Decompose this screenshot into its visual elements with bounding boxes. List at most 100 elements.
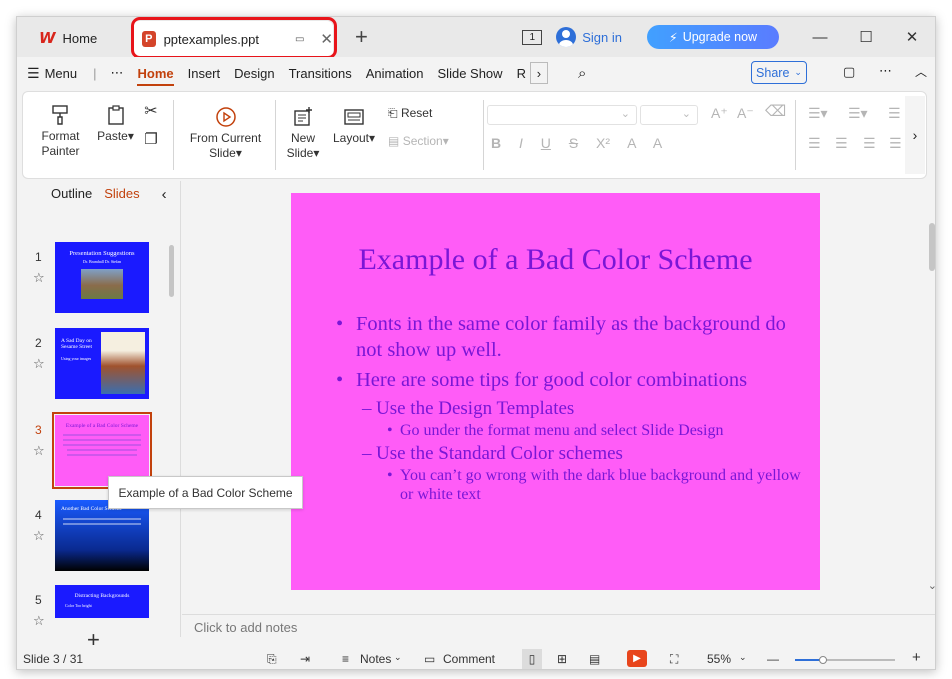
superscript-button[interactable]: X² — [596, 135, 610, 151]
increase-font-icon[interactable]: A⁺ — [711, 106, 728, 121]
tab-animation[interactable]: Animation — [366, 66, 424, 81]
ribbon-scroll-right-icon[interactable]: › — [905, 96, 925, 174]
tab-slides[interactable]: Slides — [104, 186, 139, 203]
clipboard-icon — [107, 105, 124, 125]
tab-outline[interactable]: Outline — [51, 186, 92, 203]
align-center-icon[interactable]: ☰ — [835, 136, 848, 151]
home-tab[interactable]: W Home — [39, 29, 97, 47]
highlight-color-button[interactable]: A — [653, 135, 662, 151]
ribbon: Format Painter Paste▾ ✂ ❐ From Current S… — [22, 91, 927, 179]
section-button[interactable]: ▤ Section▾ — [388, 134, 468, 149]
bullets-icon[interactable]: ☰▾ — [808, 106, 828, 121]
minimize-button[interactable]: — — [797, 29, 843, 46]
hamburger-icon[interactable]: ☰ — [27, 65, 40, 82]
divider — [483, 100, 484, 170]
zoom-in-icon[interactable]: + — [912, 649, 921, 666]
tab-transitions[interactable]: Transitions — [289, 66, 352, 81]
more-options-icon[interactable]: ⋯ — [879, 63, 892, 79]
slide-number: 5 — [35, 593, 42, 607]
layout-button[interactable]: Layout▾ — [328, 106, 380, 146]
menu-button[interactable]: Menu — [45, 66, 78, 81]
more-icon[interactable]: ⋯ — [110, 65, 123, 81]
notes-icon[interactable]: ≡ — [342, 652, 349, 666]
collapse-panel-icon[interactable]: ‹ — [162, 186, 167, 203]
zoom-out-icon[interactable]: — — [767, 652, 779, 666]
notes-field[interactable]: Click to add notes — [182, 614, 935, 642]
upgrade-now-label: Upgrade now — [682, 30, 758, 44]
new-tab-button[interactable]: + — [355, 24, 368, 50]
slide-indicator-icon[interactable]: 1 — [522, 29, 543, 45]
font-color-button[interactable]: A — [627, 135, 636, 151]
star-icon[interactable]: ☆ — [33, 356, 45, 372]
menu-bar: ☰ Menu | ⋯ Home Insert Design Transition… — [17, 57, 935, 89]
tab-review-truncated[interactable]: R — [517, 66, 526, 81]
scissors-icon: ✂ — [144, 103, 158, 120]
close-window-button[interactable]: ✕ — [889, 28, 935, 46]
slide-body[interactable]: Fonts in the same color family as the ba… — [334, 311, 804, 506]
font-family-select[interactable]: ⌄ — [487, 105, 637, 125]
comment-icon[interactable]: ▢ — [843, 64, 855, 80]
strikethrough-button[interactable]: S — [569, 135, 578, 151]
bullet-1: Fonts in the same color family as the ba… — [334, 311, 804, 363]
star-icon[interactable]: ☆ — [33, 528, 45, 544]
justify-icon[interactable]: ☰ — [889, 136, 902, 151]
chevron-right-icon[interactable]: › — [529, 62, 548, 84]
decrease-font-icon[interactable]: A⁻ — [737, 106, 754, 121]
new-slide-button[interactable]: New Slide▾ — [283, 106, 323, 161]
sub-sub-bullet-1: Go under the format menu and select Slid… — [334, 421, 804, 440]
sign-in-link[interactable]: Sign in — [582, 30, 622, 45]
thumbnail-photo — [101, 332, 145, 394]
from-current-slide-button[interactable]: From Current Slide▾ — [183, 106, 268, 161]
star-icon[interactable]: ☆ — [33, 270, 45, 286]
star-icon[interactable]: ☆ — [33, 443, 45, 459]
paste-button[interactable]: Paste▾ — [93, 104, 138, 144]
canvas-scrollbar[interactable] — [929, 223, 935, 271]
fit-window-icon[interactable]: ⛶ — [670, 652, 678, 667]
next-slide-icon[interactable]: ⌄ — [928, 579, 935, 592]
comment-button[interactable]: Comment — [443, 652, 495, 666]
share-button[interactable]: Share ⌄ — [751, 61, 807, 84]
search-icon[interactable]: ⌕ — [578, 65, 586, 82]
normal-view-icon[interactable]: ▯ — [522, 649, 542, 669]
section-label: Section — [402, 134, 443, 148]
underline-button[interactable]: U — [541, 135, 551, 151]
notes-button[interactable]: Notes — [360, 652, 391, 666]
star-icon[interactable]: ☆ — [33, 613, 45, 629]
fit-icon[interactable]: ⎘ — [267, 652, 277, 667]
reading-view-icon[interactable]: ▤ — [589, 652, 600, 666]
collapse-ribbon-icon[interactable]: ︿ — [915, 63, 927, 80]
maximize-button[interactable]: ☐ — [843, 28, 889, 46]
indent-icon[interactable]: ☰ — [888, 106, 901, 121]
tab-insert[interactable]: Insert — [188, 66, 221, 81]
slide-title[interactable]: Example of a Bad Color Scheme — [291, 243, 820, 277]
export-icon[interactable]: ⇥ — [300, 652, 310, 666]
zoom-slider[interactable] — [795, 656, 895, 664]
paste-label: Paste — [97, 129, 128, 143]
zoom-level[interactable]: 55% — [707, 652, 731, 666]
play-slideshow-icon[interactable]: ▶ — [627, 650, 647, 667]
home-tab-label: Home — [62, 30, 98, 46]
font-format-buttons[interactable]: B I U S X² A A — [491, 136, 731, 151]
thumbnail-image: Presentation Suggestions Dr. Bramhall Dr… — [55, 242, 149, 313]
cut-button[interactable]: ✂ — [141, 104, 161, 120]
slide-3[interactable]: Example of a Bad Color Scheme Fonts in t… — [291, 193, 820, 590]
font-size-select[interactable]: ⌄ — [640, 105, 698, 125]
align-left-icon[interactable]: ☰ — [808, 136, 821, 151]
reset-button[interactable]: ⎗ Reset — [388, 106, 448, 121]
copy-button[interactable]: ❐ — [141, 132, 161, 148]
bold-button[interactable]: B — [491, 135, 501, 151]
italic-button[interactable]: I — [519, 135, 523, 151]
format-painter-button[interactable]: Format Painter — [33, 104, 88, 159]
tab-home[interactable]: Home — [137, 66, 174, 86]
tab-design[interactable]: Design — [234, 66, 274, 81]
comment-icon[interactable]: ▭ — [424, 652, 435, 666]
eraser-icon[interactable]: ⌫ — [765, 104, 786, 119]
numbering-icon[interactable]: ☰▾ — [848, 106, 868, 121]
avatar-icon[interactable] — [556, 27, 577, 47]
slide-number: 2 — [35, 336, 42, 350]
grid-view-icon[interactable]: ⊞ — [557, 652, 567, 666]
panel-scrollbar[interactable] — [169, 245, 174, 297]
upgrade-now-button[interactable]: ⚡ Upgrade now — [647, 25, 779, 49]
tab-slide-show[interactable]: Slide Show — [438, 66, 503, 81]
align-right-icon[interactable]: ☰ — [863, 136, 876, 151]
